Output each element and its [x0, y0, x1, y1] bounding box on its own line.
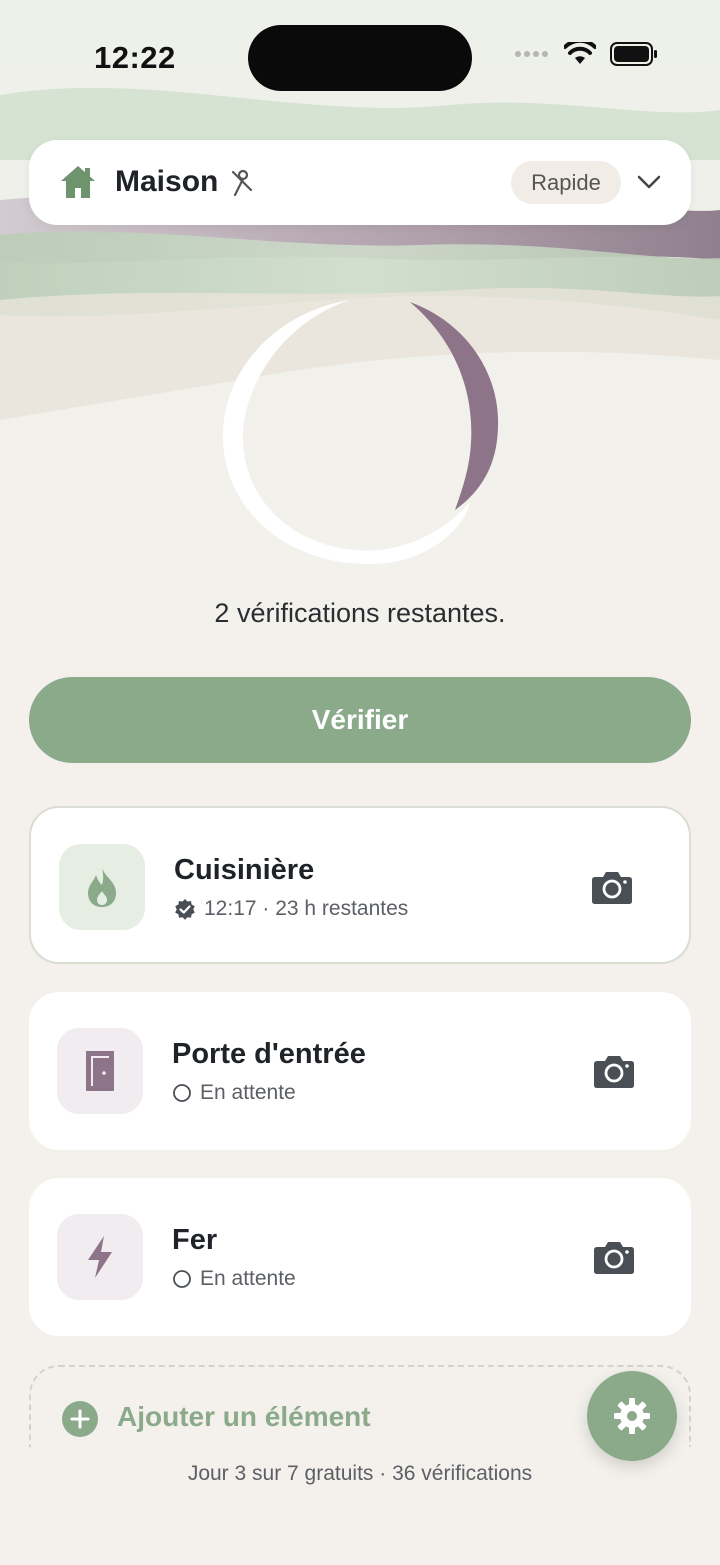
item-card-cuisiniere[interactable]: Cuisinière 12:17 · 23 h restantes — [29, 806, 691, 964]
item-card-fer[interactable]: Fer En attente — [29, 1178, 691, 1336]
item-status-text: En attente — [200, 1267, 296, 1290]
signal-icon — [515, 51, 548, 57]
item-status-text: En attente — [200, 1081, 296, 1104]
location-name: Maison — [115, 165, 219, 198]
dynamic-island — [248, 25, 472, 91]
status-icons — [514, 42, 658, 66]
progress-ring — [222, 300, 499, 565]
item-icon-container — [57, 1214, 143, 1300]
lightning-icon — [88, 1236, 112, 1278]
gear-icon — [614, 1398, 650, 1434]
verified-badge-icon — [175, 899, 195, 920]
camera-icon[interactable] — [593, 1239, 635, 1275]
location-selector[interactable]: Maison Rapide — [29, 140, 691, 225]
wifi-icon — [564, 42, 596, 64]
pending-circle-icon — [173, 1270, 191, 1288]
item-title: Porte d'entrée — [172, 1038, 366, 1070]
camera-icon[interactable] — [591, 869, 633, 905]
trial-footer: Jour 3 sur 7 gratuits · 36 vérifications — [187, 1462, 533, 1485]
chevron-down-icon[interactable] — [636, 170, 662, 194]
settings-button[interactable] — [587, 1371, 677, 1461]
door-icon — [86, 1051, 114, 1091]
item-title: Cuisinière — [174, 854, 315, 886]
flame-icon — [88, 867, 116, 907]
item-card-porte-entree[interactable]: Porte d'entrée En attente — [29, 992, 691, 1150]
mode-chip[interactable]: Rapide — [511, 161, 621, 204]
home-icon — [61, 166, 95, 198]
plus-circle-icon — [62, 1401, 98, 1437]
status-time: 12:22 — [94, 40, 176, 75]
pin-icon[interactable] — [229, 168, 255, 198]
status-bar: 12:22 — [0, 0, 720, 120]
item-icon-container — [59, 844, 145, 930]
pending-circle-icon — [173, 1084, 191, 1102]
verify-button[interactable]: Vérifier — [29, 677, 691, 763]
item-status: En attente — [172, 1081, 296, 1105]
item-title: Fer — [172, 1224, 218, 1256]
remaining-checks-text: 2 vérifications restantes. — [214, 598, 506, 628]
item-status: En attente — [172, 1267, 296, 1291]
battery-icon — [610, 42, 657, 66]
item-status: 12:17 · 23 h restantes — [174, 897, 408, 921]
add-item-label: Ajouter un élément — [117, 1401, 371, 1432]
item-status-text: 12:17 · 23 h restantes — [204, 897, 409, 920]
camera-icon[interactable] — [593, 1053, 635, 1089]
item-icon-container — [57, 1028, 143, 1114]
